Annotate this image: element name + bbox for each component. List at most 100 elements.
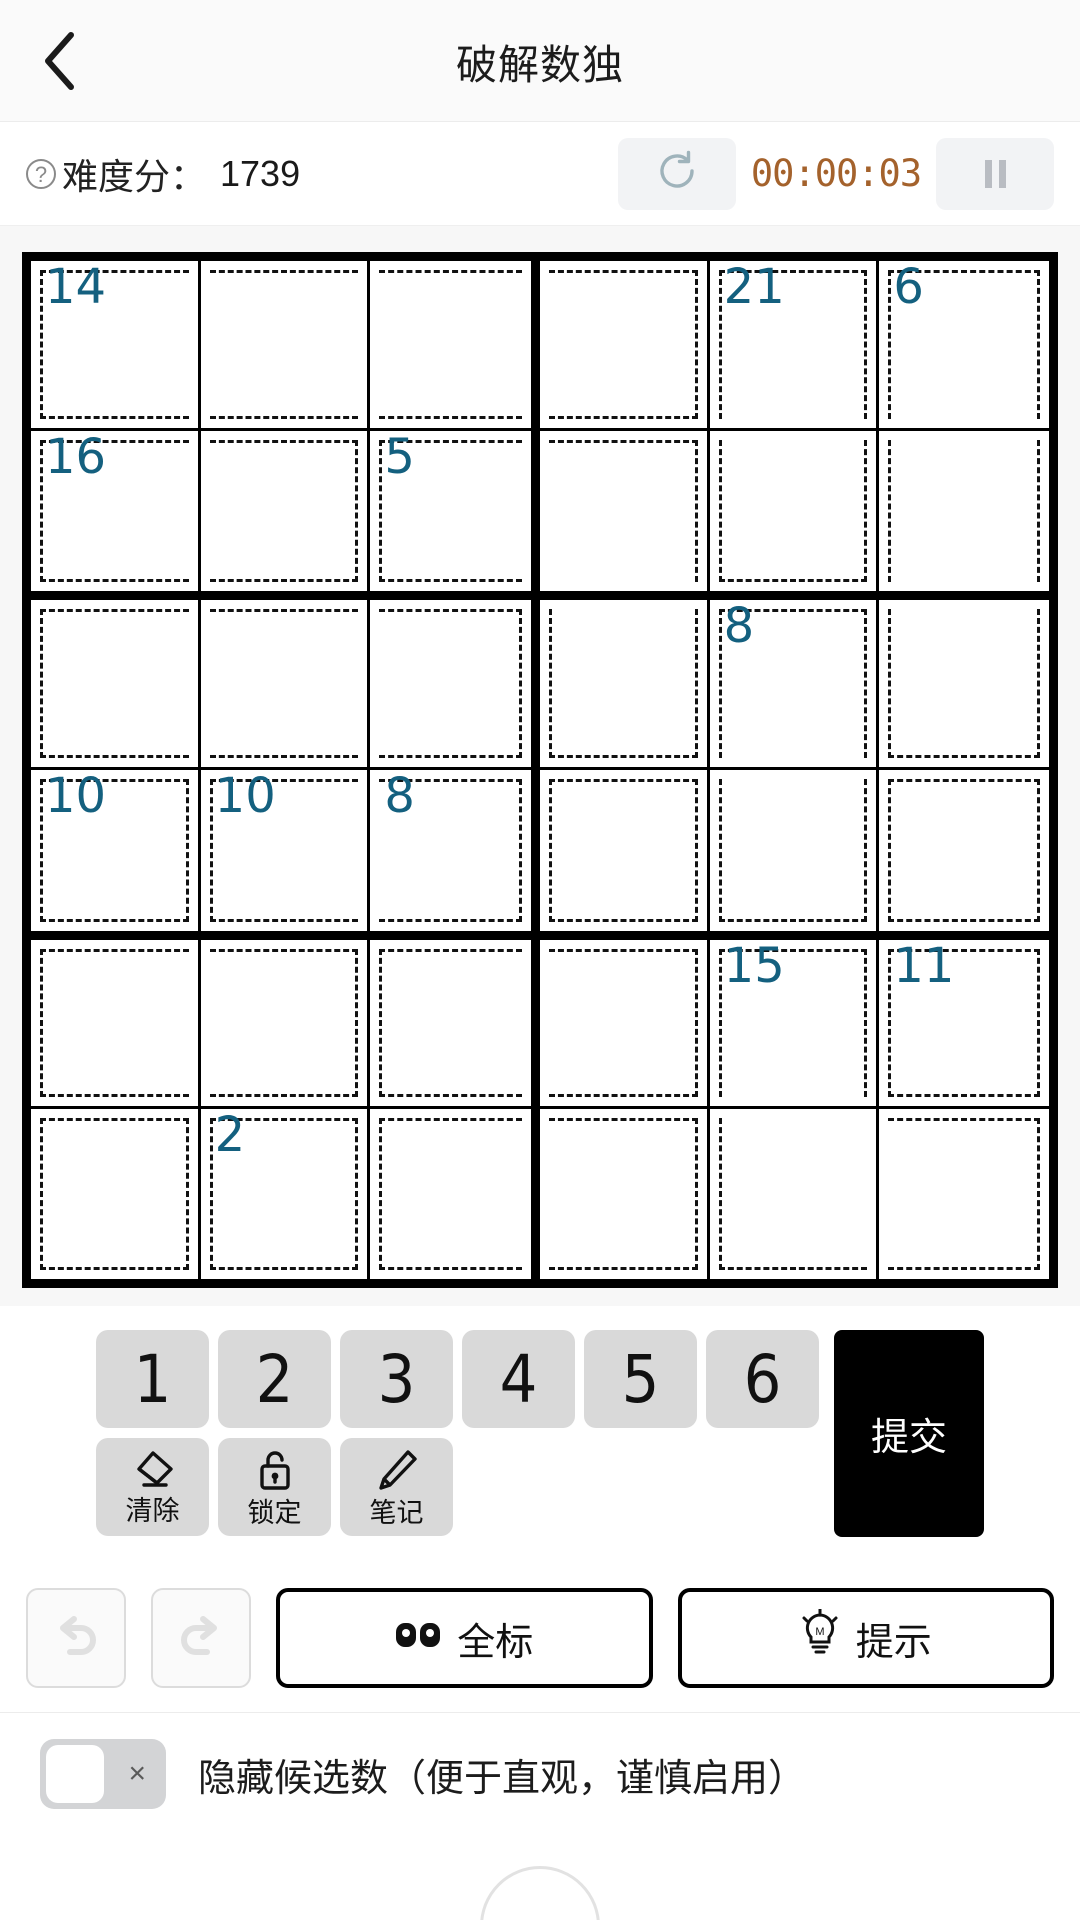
board-cell[interactable] xyxy=(200,600,371,770)
timer-display: 00:00:03 xyxy=(750,152,922,195)
cage-border-right xyxy=(355,439,359,583)
question-circle-icon[interactable]: ? xyxy=(26,158,56,189)
board-cell[interactable] xyxy=(879,770,1049,940)
board-cell[interactable] xyxy=(370,261,540,431)
cage-border-bottom xyxy=(888,1267,1040,1270)
cage-border-right xyxy=(864,779,868,922)
board-cell[interactable] xyxy=(879,1109,1049,1279)
cage-border-bottom xyxy=(209,1267,359,1270)
cage-border-bottom xyxy=(549,918,698,922)
board-cell[interactable] xyxy=(879,431,1049,601)
board-cell[interactable]: 8 xyxy=(709,600,880,770)
difficulty-label: 难度分： xyxy=(62,155,207,197)
cage-border-bottom xyxy=(209,579,359,583)
board-cell[interactable]: 8 xyxy=(370,770,540,940)
cage-border-top xyxy=(888,779,1040,782)
action-key-eraser[interactable]: 清除 xyxy=(96,1438,209,1536)
board-cell[interactable] xyxy=(200,430,371,601)
cage-border-right xyxy=(1037,948,1040,1098)
hide-candidates-row: × 隐藏候选数（便于直观，谨慎启用） xyxy=(0,1712,1080,1835)
board-cell[interactable] xyxy=(540,261,710,431)
cage-border-left xyxy=(379,439,383,583)
action-key-row: 清除 锁定 笔记 xyxy=(96,1438,819,1536)
board-cell[interactable] xyxy=(879,600,1049,770)
board-cell[interactable] xyxy=(540,430,710,601)
board-cell[interactable] xyxy=(540,1109,710,1279)
cage-border-top xyxy=(379,948,522,952)
board-cell[interactable] xyxy=(370,939,540,1110)
number-key-5[interactable]: 5 xyxy=(584,1330,697,1428)
pause-button[interactable] xyxy=(936,137,1054,210)
sudoku-board[interactable]: 14 21 6 16 5 8 10 10 8 15 11 2 xyxy=(22,252,1058,1288)
toggle-knob xyxy=(46,1745,104,1803)
board-cell[interactable] xyxy=(540,939,710,1110)
cage-border-right xyxy=(519,779,522,922)
cage-border-bottom xyxy=(40,1094,189,1098)
action-key-lock-open[interactable]: 锁定 xyxy=(218,1438,331,1536)
cage-border-top xyxy=(379,1118,522,1122)
cage-border-bottom xyxy=(549,415,698,419)
back-button[interactable] xyxy=(24,25,96,97)
board-cell[interactable]: 10 xyxy=(200,768,371,940)
navigation-bar: 破解数独 xyxy=(0,0,1080,122)
number-key-6[interactable]: 6 xyxy=(706,1330,819,1428)
board-cell[interactable]: 11 xyxy=(879,940,1049,1110)
board-cell[interactable]: 2 xyxy=(201,1109,371,1279)
cage-border-bottom xyxy=(549,1267,698,1270)
board-cell[interactable] xyxy=(200,939,371,1110)
number-key-3[interactable]: 3 xyxy=(340,1330,453,1428)
cage-border-top xyxy=(40,948,189,952)
board-cell[interactable] xyxy=(709,430,880,601)
svg-text:M: M xyxy=(815,1626,824,1638)
board-cell[interactable]: 14 xyxy=(31,261,201,431)
hide-candidates-toggle[interactable]: × xyxy=(40,1739,166,1809)
number-key-2[interactable]: 2 xyxy=(218,1330,331,1428)
number-key-4[interactable]: 4 xyxy=(462,1330,575,1428)
board-cell[interactable] xyxy=(370,600,540,770)
page-title: 破解数独 xyxy=(456,41,624,88)
cage-border-bottom xyxy=(718,579,868,583)
cage-sum: 2 xyxy=(214,1107,246,1164)
mark-all-button[interactable]: 全标 xyxy=(276,1588,653,1688)
glasses-icon xyxy=(395,1617,441,1660)
board-cell[interactable] xyxy=(710,1109,880,1279)
board-cell[interactable] xyxy=(540,600,710,770)
board-cell[interactable]: 21 xyxy=(709,259,880,431)
hint-label: 提示 xyxy=(855,1621,932,1664)
cage-border-top xyxy=(209,439,359,443)
cage-border-bottom xyxy=(209,755,359,758)
board-cell[interactable] xyxy=(31,939,201,1110)
board-cell[interactable]: 5 xyxy=(370,430,540,601)
hint-button[interactable]: M 提示 xyxy=(677,1588,1054,1688)
cage-border-right xyxy=(185,1118,189,1270)
undo-button[interactable] xyxy=(26,1588,126,1688)
undo-arrow-icon xyxy=(48,1608,104,1669)
board-cell[interactable]: 6 xyxy=(879,261,1049,431)
cage-sum: 21 xyxy=(723,259,785,315)
refresh-button[interactable] xyxy=(618,137,736,210)
board-cell[interactable]: 16 xyxy=(31,430,201,601)
cage-border-left xyxy=(40,1118,43,1270)
board-cell[interactable] xyxy=(31,1109,201,1279)
cage-border-left xyxy=(718,439,722,583)
board-cell[interactable] xyxy=(370,1109,540,1279)
cage-border-bottom xyxy=(718,918,868,922)
board-cell[interactable]: 10 xyxy=(31,770,201,940)
number-key-1[interactable]: 1 xyxy=(96,1330,209,1428)
cage-border-top xyxy=(379,270,522,273)
board-cell[interactable]: 15 xyxy=(709,939,880,1110)
board-cell[interactable] xyxy=(200,261,371,431)
cage-sum: 10 xyxy=(214,768,276,824)
board-cell[interactable] xyxy=(31,600,201,770)
cage-border-right xyxy=(694,948,698,1098)
action-key-pencil[interactable]: 笔记 xyxy=(340,1438,453,1536)
cage-border-left xyxy=(549,779,552,922)
cage-border-right xyxy=(1037,270,1040,419)
cage-border-left xyxy=(379,1118,383,1270)
cage-border-right xyxy=(355,948,359,1098)
redo-button[interactable] xyxy=(151,1588,251,1688)
cage-border-bottom xyxy=(549,1094,698,1098)
board-cell[interactable] xyxy=(709,770,880,940)
board-cell[interactable] xyxy=(540,770,710,940)
submit-button[interactable]: 提交 xyxy=(834,1330,984,1537)
